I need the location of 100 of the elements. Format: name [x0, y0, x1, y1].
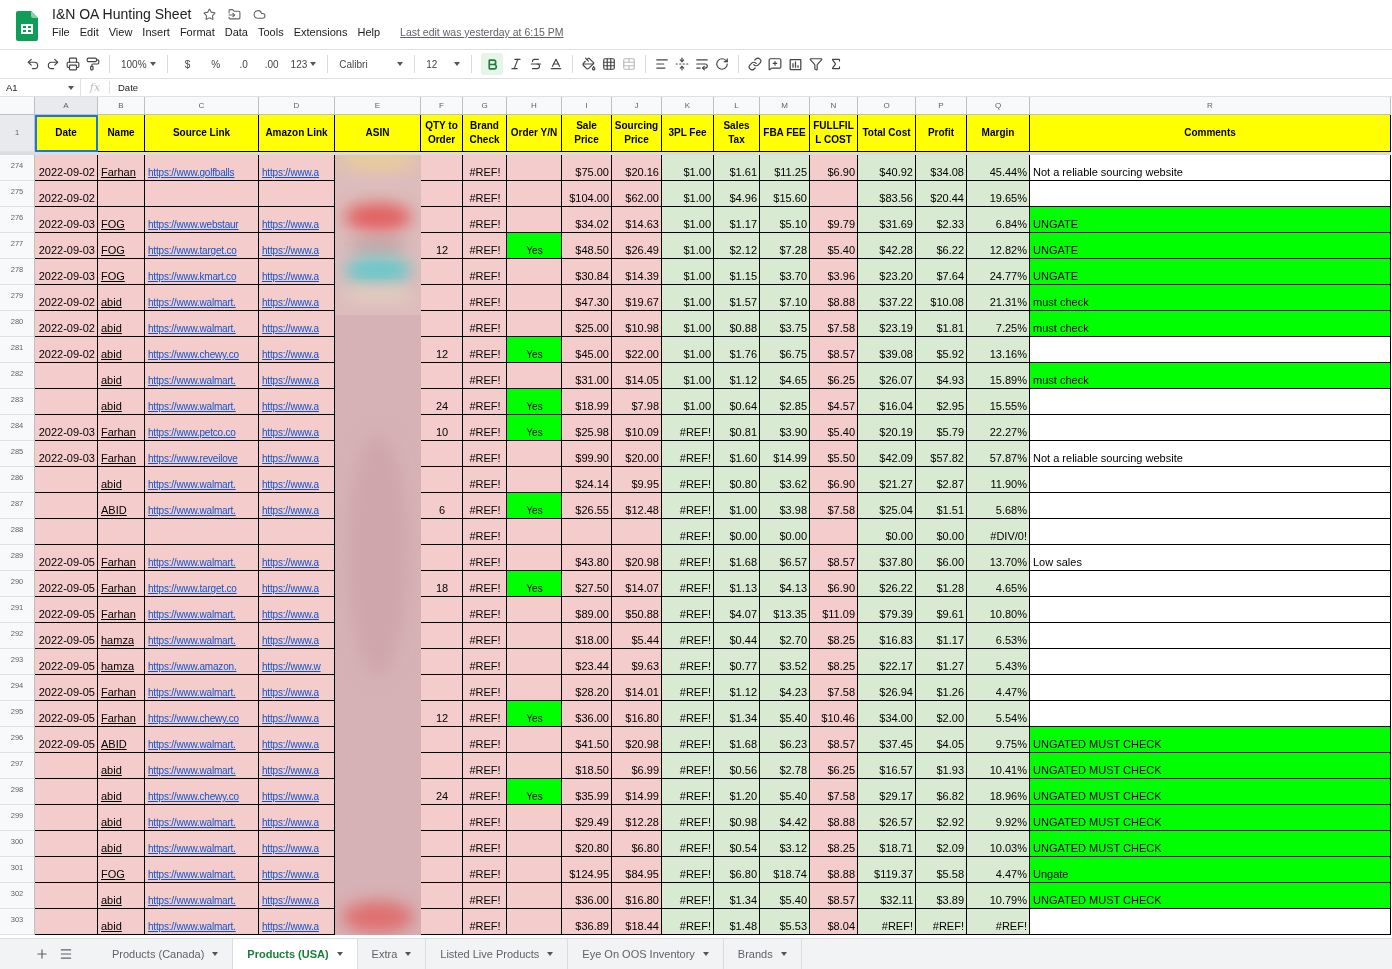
- menu-item[interactable]: Format: [179, 26, 221, 38]
- font-size-dropdown[interactable]: 12: [424, 53, 463, 75]
- cell-link[interactable]: https://www.a: [262, 635, 319, 646]
- cell-link[interactable]: https://www.a: [262, 895, 319, 906]
- sheet-tab[interactable]: Brands: [723, 939, 802, 969]
- cell-link[interactable]: https://www.a: [262, 843, 319, 854]
- font-dropdown[interactable]: Calibri: [337, 53, 406, 75]
- cell-link[interactable]: https://www.a: [262, 609, 319, 620]
- cell-link[interactable]: https://www.walmart.: [148, 375, 236, 386]
- menu-item[interactable]: Extensions: [293, 26, 354, 38]
- fill-color-icon[interactable]: [582, 57, 597, 71]
- cell-link[interactable]: https://www.a: [262, 713, 319, 724]
- bold-button[interactable]: [481, 53, 504, 75]
- sheet-tab[interactable]: Products (USA): [233, 939, 358, 969]
- column-letter[interactable]: E: [335, 97, 421, 115]
- cell-link[interactable]: https://www.walmart.: [148, 479, 236, 490]
- cell-link[interactable]: https://www.walmart.: [148, 843, 236, 854]
- cell-link[interactable]: https://www.a: [262, 375, 319, 386]
- column-letter[interactable]: R: [1030, 97, 1391, 115]
- print-icon[interactable]: [66, 57, 80, 71]
- cloud-icon[interactable]: [253, 7, 267, 21]
- document-title[interactable]: I&N OA Hunting Sheet: [52, 6, 192, 22]
- name-box[interactable]: A1: [0, 79, 81, 96]
- cell-link[interactable]: https://www.walmart.: [148, 921, 236, 932]
- link-icon[interactable]: [748, 57, 763, 71]
- italic-icon[interactable]: [509, 57, 524, 71]
- cell-link[interactable]: https://www.a: [262, 271, 319, 282]
- strikethrough-icon[interactable]: [529, 57, 544, 71]
- wrap-icon[interactable]: [695, 57, 710, 71]
- column-letter[interactable]: M: [760, 97, 810, 115]
- paint-format-icon[interactable]: [86, 57, 100, 71]
- chart-icon[interactable]: [788, 56, 804, 72]
- cell-link[interactable]: https://www.a: [262, 583, 319, 594]
- cell-link[interactable]: https://www.a: [262, 453, 319, 464]
- column-letter[interactable]: G: [463, 97, 507, 115]
- cell-link[interactable]: https://www.walmart.: [148, 895, 236, 906]
- menu-item[interactable]: Data: [224, 26, 254, 38]
- cell-link[interactable]: https://www.chewy.co: [148, 791, 239, 802]
- menu-item[interactable]: View: [108, 26, 139, 38]
- column-letter[interactable]: D: [259, 97, 335, 115]
- cell-link[interactable]: https://www.walmart.: [148, 687, 236, 698]
- cell-link[interactable]: https://www.a: [262, 245, 319, 256]
- column-letter[interactable]: N: [810, 97, 858, 115]
- cell-link[interactable]: https://www.a: [262, 791, 319, 802]
- increase-decimals-button[interactable]: .00: [260, 53, 283, 75]
- cell-link[interactable]: https://www.petco.co: [148, 427, 236, 438]
- vertical-align-icon[interactable]: [675, 57, 690, 71]
- cell-link[interactable]: https://www.a: [262, 297, 319, 308]
- cell-link[interactable]: https://www.a: [262, 219, 319, 230]
- last-edit-link[interactable]: Last edit was yesterday at 6:15 PM: [400, 26, 564, 38]
- align-icon[interactable]: [655, 57, 670, 71]
- percent-button[interactable]: %: [204, 53, 227, 75]
- number-format-dropdown[interactable]: 123: [288, 53, 319, 75]
- column-letter[interactable]: O: [858, 97, 916, 115]
- currency-button[interactable]: $: [176, 53, 199, 75]
- column-letter[interactable]: A: [35, 97, 98, 115]
- cell-link[interactable]: https://www.walmart.: [148, 505, 236, 516]
- menu-item[interactable]: Tools: [257, 26, 290, 38]
- column-letter[interactable]: B: [98, 97, 145, 115]
- rotate-icon[interactable]: [715, 57, 730, 71]
- column-letter[interactable]: K: [662, 97, 714, 115]
- cell-link[interactable]: https://www.a: [262, 557, 319, 568]
- sheet-tab[interactable]: Listed Live Products: [426, 939, 569, 969]
- cell-link[interactable]: https://www.a: [262, 869, 319, 880]
- menu-item[interactable]: Insert: [142, 26, 176, 38]
- comment-icon[interactable]: [768, 57, 783, 71]
- cell-link[interactable]: https://www.a: [262, 167, 319, 178]
- cell-link[interactable]: https://www.walmart.: [148, 765, 236, 776]
- menu-item[interactable]: Edit: [79, 26, 105, 38]
- formula-field[interactable]: Date: [110, 82, 139, 93]
- cell-link[interactable]: https://www.walmart.: [148, 817, 236, 828]
- folder-icon[interactable]: [228, 7, 242, 21]
- text-color-icon[interactable]: [549, 57, 564, 71]
- column-letter[interactable]: L: [714, 97, 760, 115]
- column-letter[interactable]: I: [562, 97, 612, 115]
- cell-link[interactable]: https://www.golfballs: [148, 167, 235, 178]
- cell-link[interactable]: https://www.amazon.: [148, 661, 237, 672]
- all-sheets-icon[interactable]: [59, 947, 73, 961]
- star-icon[interactable]: [203, 7, 217, 21]
- filter-icon[interactable]: [809, 57, 824, 71]
- menu-item[interactable]: File: [52, 26, 76, 38]
- cell-link[interactable]: https://www.webstaur: [148, 219, 239, 230]
- cell-link[interactable]: https://www.a: [262, 921, 319, 932]
- cell-link[interactable]: https://www.a: [262, 687, 319, 698]
- cell-link[interactable]: https://www.a: [262, 817, 319, 828]
- cell-link[interactable]: https://www.kmart.co: [148, 271, 237, 282]
- cell-link[interactable]: https://www.walmart.: [148, 401, 236, 412]
- cell-link[interactable]: https://www.a: [262, 401, 319, 412]
- undo-icon[interactable]: [26, 57, 40, 71]
- cell-link[interactable]: https://www.walmart.: [148, 609, 236, 620]
- sheet-tab[interactable]: Extra: [357, 939, 427, 969]
- cell-link[interactable]: https://www.chewy.co: [148, 349, 239, 360]
- redo-icon[interactable]: [46, 57, 60, 71]
- cell-link[interactable]: https://www.reveilove: [148, 453, 238, 464]
- column-letter[interactable]: F: [421, 97, 463, 115]
- column-letter[interactable]: Q: [967, 97, 1030, 115]
- cell-link[interactable]: https://www.walmart.: [148, 635, 236, 646]
- zoom-dropdown[interactable]: 100%: [119, 53, 158, 75]
- decrease-decimals-button[interactable]: .0: [232, 53, 255, 75]
- cell-link[interactable]: https://www.a: [262, 479, 319, 490]
